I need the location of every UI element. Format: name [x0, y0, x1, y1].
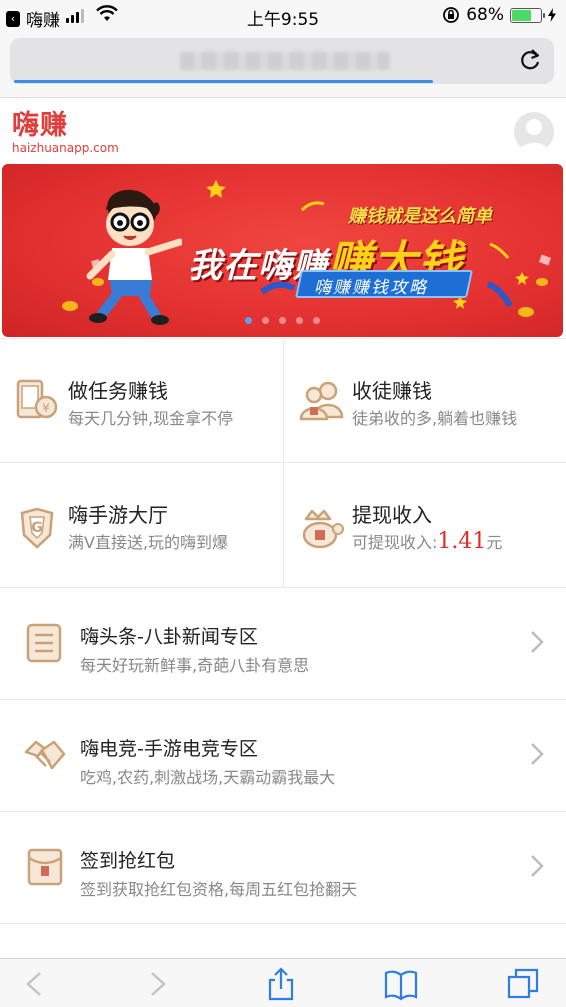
grid-item-subtitle: 每天几分钟,现金拿不停: [68, 409, 234, 428]
share-icon[interactable]: [264, 967, 298, 1001]
carousel-dot[interactable]: [262, 317, 269, 324]
news-doc-icon: [26, 623, 62, 663]
carousel-dot[interactable]: [313, 317, 320, 324]
bookmarks-icon[interactable]: [384, 967, 418, 1001]
handshake-icon: [24, 740, 66, 770]
banner-tagline: 赚钱就是这么简单: [348, 206, 492, 227]
orientation-lock-icon: [443, 7, 460, 23]
grid-item-title: 嗨手游大厅: [68, 503, 168, 527]
grid-item-title: 做任务赚钱: [68, 379, 168, 403]
carousel-dot[interactable]: [279, 317, 286, 324]
site-header: 嗨赚 haizhuanapp.com: [0, 99, 566, 163]
list-item-subtitle: 每天好玩新鲜事,奇葩八卦有意思: [80, 656, 310, 675]
browser-toolbar: [0, 958, 566, 1007]
back-arrow-icon[interactable]: [18, 967, 52, 1001]
logo-domain: haizhuanapp.com: [12, 141, 119, 155]
feature-grid: ¥ 做任务赚钱 每天几分钟,现金拿不停 收徒赚钱 徒弟收的多,躺着也赚钱 G 嗨…: [0, 338, 566, 588]
red-envelope-icon: [27, 848, 63, 886]
grid-item-subtitle: 可提现收入:1.41元: [352, 529, 502, 554]
withdraw-unit: 元: [486, 533, 503, 552]
battery-icon: [510, 7, 545, 23]
url-field[interactable]: [10, 38, 554, 84]
url-text-obscured: [180, 52, 390, 70]
carousel-dot[interactable]: [296, 317, 303, 324]
grid-item-title: 收徒赚钱: [352, 379, 432, 403]
browser-address-bar: [0, 30, 566, 98]
section-list: 嗨头条-八卦新闻专区 每天好玩新鲜事,奇葩八卦有意思 嗨电竞-手游电竞专区 吃鸡…: [0, 588, 566, 924]
reload-icon[interactable]: [516, 46, 544, 74]
page-load-progress-bar: [14, 80, 433, 83]
grid-item-subtitle: 满V直接送,玩的嗨到爆: [68, 533, 229, 552]
grid-item-title: 提现收入: [352, 503, 432, 527]
site-logo[interactable]: 嗨赚 haizhuanapp.com: [12, 110, 119, 156]
promo-banner-carousel[interactable]: 赚钱就是这么简单 我在嗨赚赚大钱 嗨赚赚钱攻略: [2, 164, 563, 337]
money-bag-icon: [302, 509, 344, 549]
battery-percent: 68%: [466, 5, 504, 25]
withdraw-label: 可提现收入:: [352, 533, 438, 552]
avatar[interactable]: [514, 112, 554, 152]
grid-item-apprentice[interactable]: 收徒赚钱 徒弟收的多,躺着也赚钱: [283, 339, 566, 463]
list-item-subtitle: 吃鸡,农药,刺激战场,天霸动霸我最大: [80, 768, 336, 787]
chevron-right-icon: [531, 743, 544, 765]
list-item-title: 签到抢红包: [80, 850, 176, 872]
task-phone-icon: ¥: [16, 379, 58, 419]
list-item-title: 嗨头条-八卦新闻专区: [80, 626, 258, 648]
chevron-right-icon: [531, 855, 544, 877]
banner-ribbon-text: 嗨赚赚钱攻略: [314, 278, 428, 298]
list-item-subtitle: 签到获取抢红包资格,每周五红包抢翻天: [80, 880, 358, 899]
grid-item-withdraw[interactable]: 提现收入 可提现收入:1.41元: [283, 463, 566, 587]
grid-item-subtitle: 徒弟收的多,躺着也赚钱: [352, 409, 518, 428]
grid-item-tasks[interactable]: ¥ 做任务赚钱 每天几分钟,现金拿不停: [0, 339, 283, 463]
game-shield-icon: G: [20, 507, 54, 549]
list-item-title: 嗨电竞-手游电竞专区: [80, 738, 258, 760]
carousel-dot[interactable]: [245, 317, 252, 324]
withdraw-amount: 1.41: [437, 529, 487, 554]
charging-bolt-icon: [548, 8, 556, 22]
cartoon-character-illustration: [86, 189, 182, 325]
status-bar: ‹ 嗨赚 上午9:55 68%: [0, 0, 566, 31]
tabs-icon[interactable]: [506, 967, 540, 1001]
chevron-right-icon: [531, 631, 544, 653]
list-item-checkin-redpacket[interactable]: 签到抢红包 签到获取抢红包资格,每周五红包抢翻天: [0, 812, 566, 924]
logo-chinese: 嗨赚: [12, 110, 68, 141]
forward-arrow-icon[interactable]: [140, 967, 174, 1001]
svg-text:G: G: [31, 520, 43, 536]
list-item-esports[interactable]: 嗨电竞-手游电竞专区 吃鸡,农药,刺激战场,天霸动霸我最大: [0, 700, 566, 812]
grid-item-game-hall[interactable]: G 嗨手游大厅 满V直接送,玩的嗨到爆: [0, 463, 283, 587]
list-item-news[interactable]: 嗨头条-八卦新闻专区 每天好玩新鲜事,奇葩八卦有意思: [0, 588, 566, 700]
carousel-dots: [2, 317, 563, 324]
user-silhouette-icon: [519, 119, 549, 152]
apprentice-people-icon: [299, 381, 344, 421]
svg-text:¥: ¥: [42, 401, 50, 415]
